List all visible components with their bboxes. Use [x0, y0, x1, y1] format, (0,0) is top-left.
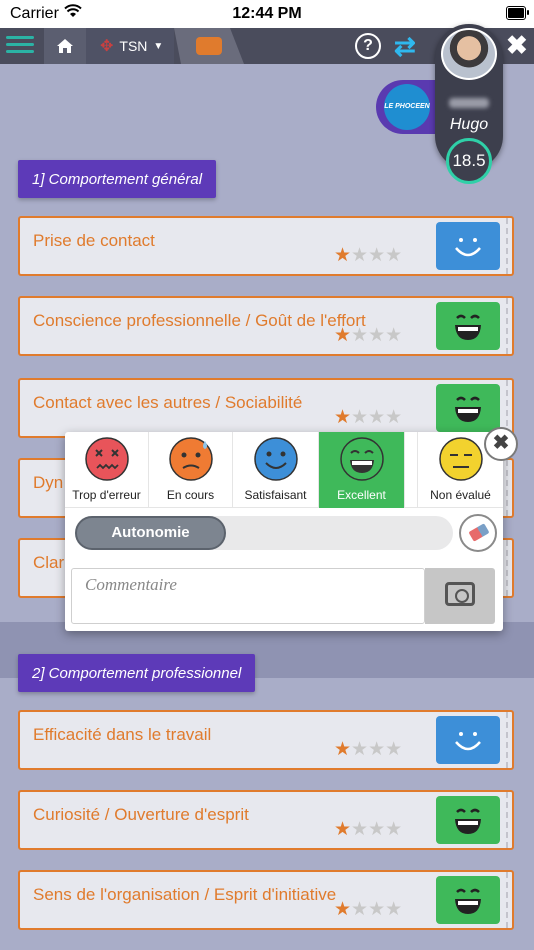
divider — [506, 872, 508, 928]
camera-button[interactable] — [425, 568, 495, 624]
mood-option-label: Non évalué — [430, 488, 491, 502]
smiley-icon — [455, 238, 481, 257]
mood-button[interactable] — [436, 302, 500, 350]
criterion-row[interactable]: Contact avec les autres / Sociabilité ★★… — [18, 378, 514, 438]
criterion-label: Conscience professionnelle / Goût de l'e… — [33, 311, 366, 330]
grin-icon — [455, 396, 481, 422]
evaluation-popup: Trop d'erreur En cours Satisfaisant Exce… — [65, 432, 503, 631]
menu-icon[interactable] — [4, 32, 36, 60]
dizzy-face-icon — [84, 437, 129, 481]
mood-button[interactable] — [436, 384, 500, 432]
status-bar: Carrier 12:44 PM — [0, 0, 534, 28]
criterion-label: Contact avec les autres / Sociabilité — [33, 393, 303, 412]
hidden-lastname — [449, 98, 489, 108]
grin-icon — [455, 314, 481, 340]
mood-option-label: Satisfaisant — [244, 488, 307, 502]
student-score: 18.5 — [446, 138, 492, 184]
grin-icon — [455, 888, 481, 914]
mood-option-en-cours[interactable]: En cours — [149, 432, 233, 508]
mood-option-excellent[interactable]: Excellent — [319, 432, 405, 508]
student-profile[interactable]: Hugo 18.5 — [435, 24, 503, 184]
mood-button[interactable] — [436, 716, 500, 764]
criterion-row[interactable]: Curiosité / Ouverture d'esprit ★★★★ — [18, 790, 514, 850]
criterion-label: Sens de l'organisation / Esprit d'initia… — [33, 885, 337, 904]
rating-stars[interactable]: ★★★★ — [334, 406, 402, 429]
criterion-row[interactable]: Conscience professionnelle / Goût de l'e… — [18, 296, 514, 356]
neutral-face-icon — [438, 437, 483, 481]
comment-placeholder: Commentaire — [85, 575, 177, 594]
divider — [506, 460, 508, 516]
section-header: 1] Comportement général — [18, 160, 217, 198]
help-icon[interactable]: ? — [355, 33, 381, 59]
criterion-label: Efficacité dans le travail — [33, 725, 212, 744]
criterion-label: Prise de contact — [33, 231, 155, 250]
home-icon — [57, 39, 73, 53]
breadcrumb-home[interactable] — [44, 28, 86, 64]
rating-stars[interactable]: ★★★★ — [334, 738, 402, 761]
criterion-label: Clar — [33, 553, 65, 572]
mood-option-label: Trop d'erreur — [72, 488, 141, 502]
divider — [506, 712, 508, 768]
target-icon: ✥ — [100, 38, 114, 55]
school-logo: LE PHOCEEN — [384, 84, 430, 130]
close-icon[interactable]: ✖ — [506, 30, 528, 61]
divider — [506, 298, 508, 354]
mood-option-label: Excellent — [337, 488, 386, 502]
divider — [506, 540, 508, 596]
mood-options: Trop d'erreur En cours Satisfaisant Exce… — [65, 432, 503, 508]
popup-close-button[interactable]: ✖ — [484, 427, 518, 461]
breadcrumb-tsn[interactable]: ✥ TSN ▼ — [86, 28, 174, 64]
rating-stars[interactable]: ★★★★ — [334, 324, 402, 347]
criterion-label: Curiosité / Ouverture d'esprit — [33, 805, 249, 824]
mood-option-trop-d-erreur[interactable]: Trop d'erreur — [65, 432, 149, 508]
school-logo-badge: LE PHOCEEN — [376, 80, 436, 134]
comment-field[interactable]: Commentaire — [71, 568, 425, 624]
battery-icon — [506, 6, 529, 20]
tag-icon — [196, 37, 222, 55]
eraser-icon — [468, 523, 490, 542]
mood-button[interactable] — [436, 876, 500, 924]
smile-face-icon — [253, 437, 298, 481]
criterion-label: Dyn — [33, 473, 64, 492]
grin-face-icon — [339, 437, 384, 481]
section-header: 2] Comportement professionnel — [18, 654, 256, 692]
mood-option-label: En cours — [166, 488, 215, 502]
autonomie-slider[interactable]: Autonomie — [75, 516, 453, 550]
criterion-row[interactable]: Efficacité dans le travail ★★★★ — [18, 710, 514, 770]
grin-icon — [455, 808, 481, 834]
eraser-button[interactable] — [459, 514, 497, 552]
breadcrumb-tsn-label: TSN — [119, 38, 148, 54]
mood-button[interactable] — [436, 222, 500, 270]
camera-icon — [445, 582, 475, 606]
rating-stars[interactable]: ★★★★ — [334, 818, 402, 841]
avatar — [441, 28, 497, 80]
chevron-down-icon: ▼ — [153, 40, 164, 52]
divider — [506, 792, 508, 848]
mood-option-satisfaisant[interactable]: Satisfaisant — [233, 432, 319, 508]
swap-icon[interactable]: ⇄ — [394, 31, 416, 62]
rating-stars[interactable]: ★★★★ — [334, 244, 402, 267]
criterion-row[interactable]: Sens de l'organisation / Esprit d'initia… — [18, 870, 514, 930]
student-name: Hugo — [449, 116, 489, 133]
mood-button[interactable] — [436, 796, 500, 844]
smiley-icon — [455, 732, 481, 751]
breadcrumb-current[interactable] — [174, 28, 244, 64]
autonomie-fill[interactable]: Autonomie — [75, 516, 226, 550]
rating-stars[interactable]: ★★★★ — [334, 898, 402, 921]
divider — [506, 218, 508, 274]
status-time: 12:44 PM — [232, 5, 302, 22]
criterion-row[interactable]: Prise de contact ★★★★ — [18, 216, 514, 276]
worried-face-icon — [168, 437, 213, 481]
